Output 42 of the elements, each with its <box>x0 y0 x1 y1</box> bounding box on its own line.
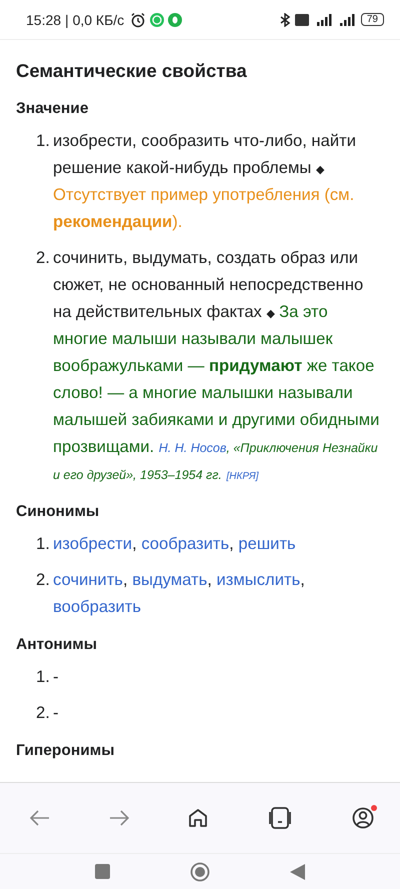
synonym-link[interactable]: сообразить <box>141 534 230 553</box>
list-number: 1. <box>36 666 51 688</box>
forward-arrow-icon[interactable] <box>109 810 129 826</box>
home-button[interactable] <box>190 862 210 882</box>
synonym-link[interactable]: измыслить <box>216 570 300 589</box>
back-button[interactable] <box>290 864 305 880</box>
separator: , <box>132 534 137 553</box>
separator: , <box>122 570 128 589</box>
section-heading: Значение <box>16 100 90 118</box>
list-text: - <box>53 666 60 688</box>
list-number: 2. <box>36 702 51 724</box>
list-number: 2. <box>36 569 51 591</box>
bluetooth-icon <box>278 12 291 26</box>
tabs-icon[interactable] <box>267 807 293 829</box>
battery-indicator: 79 <box>360 13 384 26</box>
signal-icon <box>338 13 357 26</box>
network-speed: | 0,0 КБ/с <box>65 12 124 28</box>
source-link[interactable]: [НКРЯ] <box>226 471 259 482</box>
profile-icon[interactable] <box>352 807 374 829</box>
author-link[interactable]: Н. Н. Носов <box>158 441 226 455</box>
list-number: 1. <box>36 130 51 152</box>
separator: , <box>207 570 212 589</box>
home-icon[interactable] <box>188 808 208 828</box>
section-title: Семантические свойства <box>16 60 248 82</box>
status-time: 15:28 <box>26 12 62 28</box>
synonym-link[interactable]: изобрести <box>53 534 132 553</box>
separator: , <box>300 570 305 589</box>
definition-text: изобрести, сообразить что-либо, найти решение какой-нибудь проблемы ◆ Отсутствует пример употребления (см. рекомендации). <box>53 130 357 233</box>
back-arrow-icon[interactable] <box>30 810 50 826</box>
list-text: - <box>53 702 60 724</box>
synonym-link[interactable]: сочинить <box>53 570 123 589</box>
synonym-link[interactable]: вообразить <box>53 597 141 616</box>
synonym-link[interactable]: выдумать <box>132 570 208 589</box>
list-number: 1. <box>36 533 51 555</box>
section-heading: Антонимы <box>16 636 98 654</box>
section-heading: Синонимы <box>16 503 100 521</box>
synonym-link[interactable]: решить <box>238 534 296 553</box>
separator: , <box>229 534 234 553</box>
list-number: 2. <box>36 247 51 269</box>
definition-text: сочинить, выдумать, создать образ или сюжет, не основанный непосредственно на действительных фактах ◆ За это многие малыши называли малышек воображульками — придумают же такое слово! — а многие малышки называли малышей забияками и другими обидными прозвищами. Н. Н. Носов, «Приключения Незнайки и его друзей», 1953–1954 гг. [НКРЯ] <box>53 247 380 484</box>
alarm-clock-icon <box>130 12 146 28</box>
section-heading: Гиперонимы <box>16 742 116 760</box>
